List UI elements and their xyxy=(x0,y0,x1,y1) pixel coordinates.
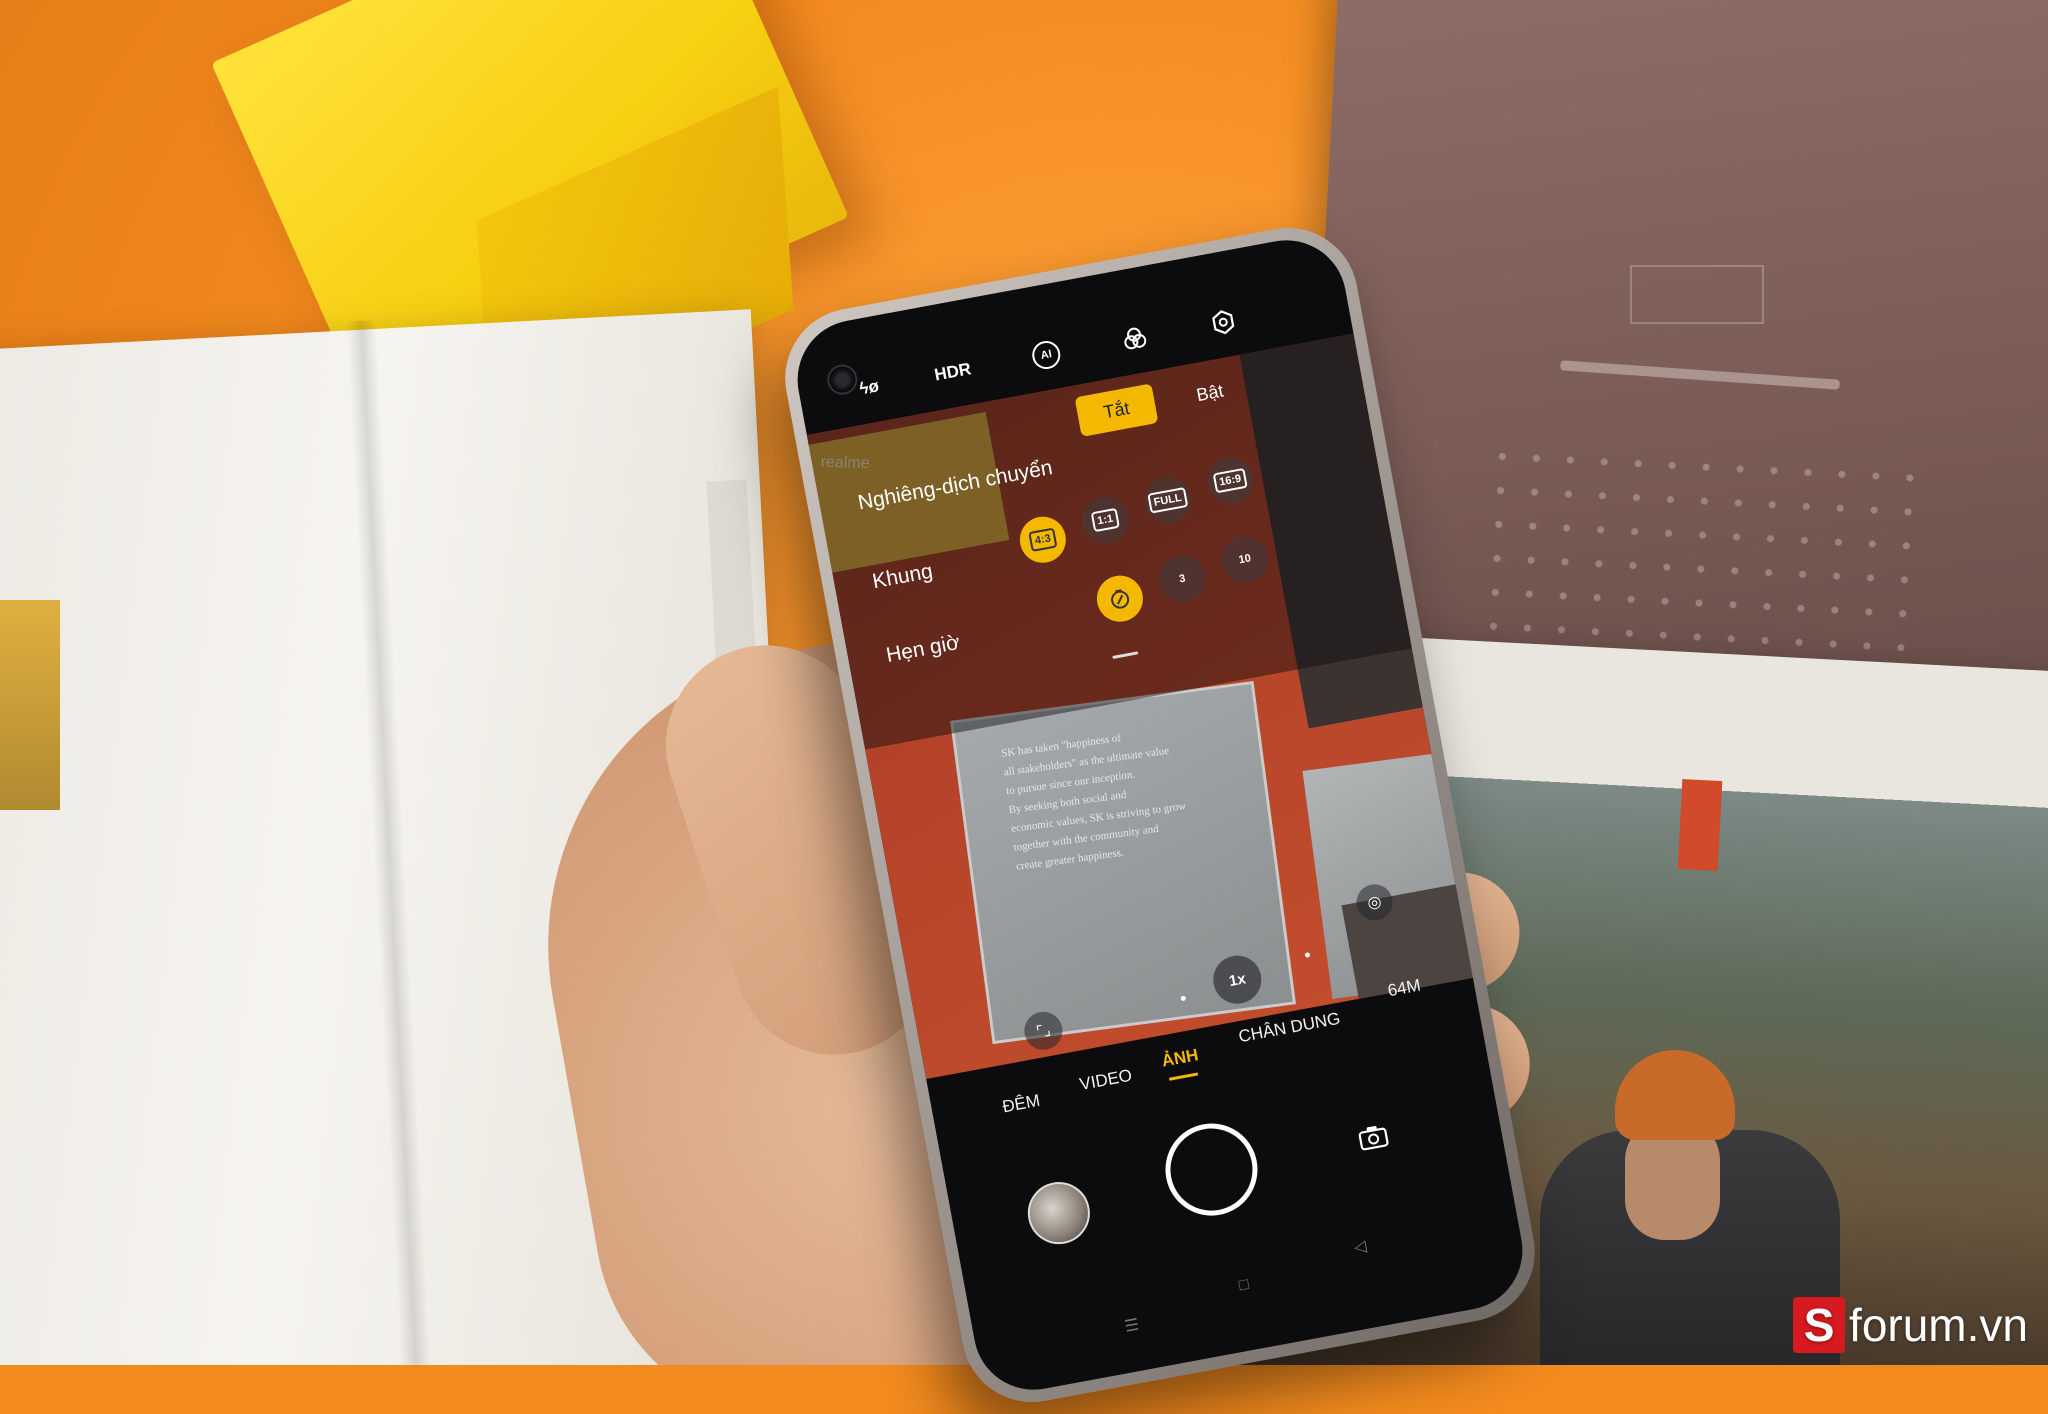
ratio-1-1-label: 1:1 xyxy=(1090,507,1120,533)
lens-icon: ◎ xyxy=(1366,893,1384,913)
hdr-toggle[interactable]: HDR xyxy=(925,348,981,396)
home-icon[interactable]: □ xyxy=(1238,1276,1251,1295)
scan-icon: ⌜⌟ xyxy=(1035,1021,1052,1041)
back-icon[interactable]: ◁ xyxy=(1352,1236,1368,1258)
settings-button[interactable] xyxy=(1195,298,1251,346)
flash-toggle[interactable]: ϟø xyxy=(841,364,897,412)
mode-photo[interactable]: ẢNH xyxy=(1160,1045,1200,1071)
sforum-text: forum.vn xyxy=(1849,1299,2028,1351)
flash-icon: ϟø xyxy=(857,376,881,399)
timer-3s-label: 3 xyxy=(1178,572,1187,586)
ratio-16-9-label: 16:9 xyxy=(1212,467,1248,494)
magazine-red-sign xyxy=(1677,779,1723,871)
hdr-label: HDR xyxy=(932,359,973,385)
sforum-logo: S xyxy=(1793,1297,1846,1353)
sforum-watermark: S forum.vn xyxy=(1793,1297,2028,1353)
menu-icon[interactable]: ☰ xyxy=(1123,1315,1141,1337)
switch-camera-button[interactable] xyxy=(1345,1110,1401,1166)
paper-text-block: SK has taken "happiness of all stakehold… xyxy=(1000,719,1216,877)
shutter-button[interactable] xyxy=(1157,1115,1266,1224)
mode-64m[interactable]: 64M xyxy=(1386,976,1422,1002)
book-photo xyxy=(0,600,60,810)
ratio-full-label: FULL xyxy=(1147,487,1189,514)
filter-button[interactable] xyxy=(1107,314,1163,362)
gear-icon xyxy=(1212,310,1235,335)
timer-10s-label: 10 xyxy=(1237,552,1252,567)
timer-off-icon xyxy=(1111,589,1130,609)
filter-icon xyxy=(1124,327,1147,350)
card-logo xyxy=(1630,265,1764,324)
ai-toggle[interactable]: AI xyxy=(1018,331,1074,379)
mode-video[interactable]: VIDEO xyxy=(1078,1066,1134,1095)
camera-flip-icon xyxy=(1358,1125,1389,1151)
mode-night[interactable]: ĐÊM xyxy=(1001,1091,1042,1118)
ratio-4-3-label: 4:3 xyxy=(1028,527,1058,552)
gallery-thumbnail[interactable] xyxy=(1022,1176,1095,1250)
camera-viewfinder[interactable]: SK has taken "happiness of all stakehold… xyxy=(806,333,1473,1080)
ai-icon: AI xyxy=(1029,338,1063,372)
